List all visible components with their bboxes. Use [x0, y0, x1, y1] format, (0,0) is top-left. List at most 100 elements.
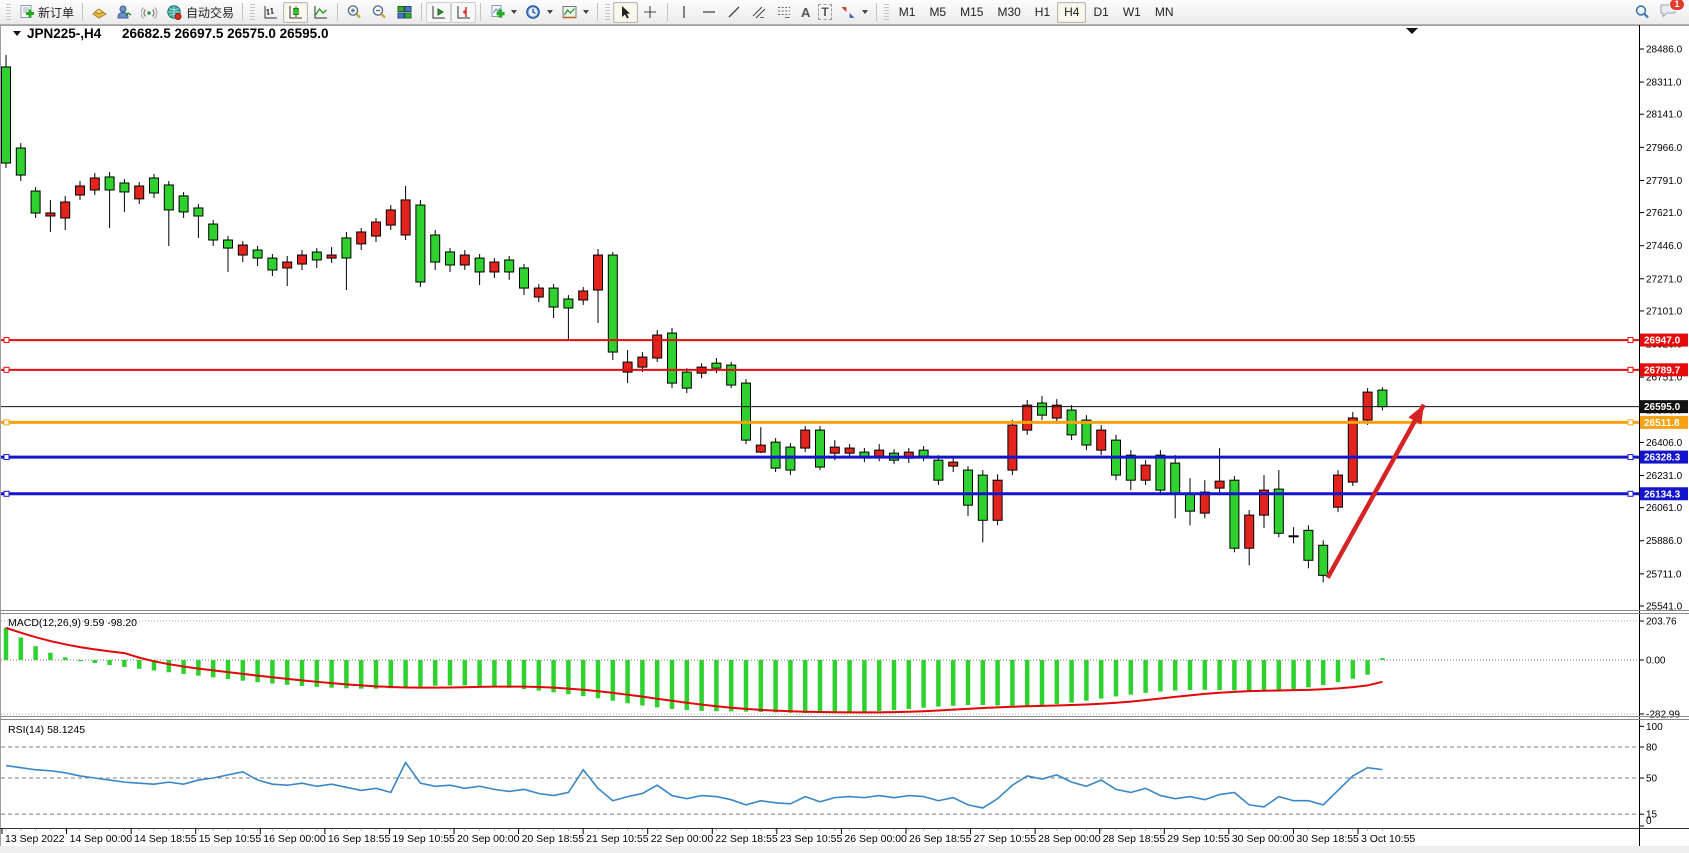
toolbar-grip	[884, 4, 889, 20]
periods-button[interactable]	[521, 2, 557, 23]
line-handle[interactable]	[1628, 367, 1633, 372]
indicators-dropdown-arrow	[511, 10, 517, 14]
tile-windows-button[interactable]	[392, 2, 417, 23]
line-handle[interactable]	[4, 420, 9, 425]
autoscroll-button[interactable]	[426, 2, 451, 23]
line-handle[interactable]	[4, 455, 9, 460]
line-handle[interactable]	[1628, 491, 1633, 496]
notifications-button[interactable]: 1	[1659, 2, 1678, 22]
candle-body	[1363, 392, 1372, 420]
timeframe-d1-button[interactable]: D1	[1086, 2, 1115, 23]
candle	[668, 328, 677, 388]
horizontal-line-tool-button[interactable]	[697, 2, 722, 23]
zoom-in-button[interactable]	[342, 2, 367, 23]
timeframe-group: M1M5M15M30H1H4D1W1MN	[892, 2, 1181, 23]
text-tool-button[interactable]: A	[797, 2, 814, 23]
autotrading-icon	[166, 4, 183, 21]
candle-body	[1186, 493, 1195, 511]
candle-body	[46, 213, 55, 216]
clock-icon	[525, 4, 542, 21]
arrows-tool-button[interactable]	[836, 2, 872, 23]
timeframe-w1-button[interactable]: W1	[1116, 2, 1148, 23]
candle	[1082, 415, 1091, 450]
candle-body	[1245, 515, 1254, 548]
timeframe-h4-button[interactable]: H4	[1057, 2, 1086, 23]
cursor-tool-button[interactable]	[613, 2, 638, 23]
market-watch-button[interactable]	[87, 2, 112, 23]
price-tick-label: 26061.0	[1646, 503, 1683, 514]
candlestick-chart-type-button[interactable]	[283, 2, 308, 23]
trendline-tool-button[interactable]	[722, 2, 747, 23]
candle	[1334, 470, 1343, 512]
chart-title: JPN225-,H4	[27, 26, 102, 41]
text-label-tool-button[interactable]: T	[814, 2, 835, 23]
price-level-label: 26511.8	[1644, 418, 1680, 429]
candle-body	[490, 262, 499, 272]
candle-body	[845, 448, 854, 453]
macd-scale-label: 203.76	[1646, 617, 1677, 628]
bar-chart-type-button[interactable]	[258, 2, 283, 23]
candle-body	[816, 430, 825, 467]
time-label: 16 Sep 18:55	[328, 833, 391, 845]
price-tick-label: 27101.0	[1646, 306, 1683, 317]
arrows-tool-icon	[840, 4, 857, 21]
line-handle[interactable]	[1628, 338, 1633, 343]
timeframe-m30-button[interactable]: M30	[990, 2, 1027, 23]
profile-button[interactable]	[112, 2, 137, 23]
candle-body	[534, 288, 543, 297]
new-order-button[interactable]: 新订单	[14, 2, 78, 23]
line-handle[interactable]	[1628, 420, 1633, 425]
timeframe-m15-button[interactable]: M15	[953, 2, 990, 23]
candle	[727, 362, 736, 388]
timeframe-mn-button[interactable]: MN	[1148, 2, 1181, 23]
price-tick-label: 27966.0	[1646, 143, 1683, 154]
crosshair-tool-button[interactable]	[638, 2, 663, 23]
candle-body	[1008, 425, 1017, 470]
line-handle[interactable]	[4, 367, 9, 372]
templates-button[interactable]	[557, 2, 593, 23]
chart-canvas[interactable]: 28486.028311.028141.027966.027791.027621…	[0, 0, 1689, 853]
line-handle[interactable]	[4, 491, 9, 496]
cursor-icon	[617, 4, 634, 21]
vertical-line-tool-button[interactable]	[672, 2, 697, 23]
candle-body	[283, 262, 292, 268]
indicators-button[interactable]	[485, 2, 521, 23]
toolbar-separator	[421, 3, 422, 21]
autotrading-button[interactable]: 自动交易	[162, 2, 238, 23]
arrows-dropdown-arrow	[862, 10, 868, 14]
candle-body	[608, 255, 617, 352]
rsi-scale-label: 80	[1646, 743, 1658, 754]
line-handle[interactable]	[1628, 455, 1633, 460]
timeframe-m1-button[interactable]: M1	[892, 2, 923, 23]
timeframe-m5-button[interactable]: M5	[922, 2, 953, 23]
candle-body	[505, 260, 514, 272]
candle-body	[1156, 455, 1165, 490]
time-label: 14 Sep 18:55	[134, 833, 197, 845]
timeframe-h1-button[interactable]: H1	[1028, 2, 1057, 23]
price-tick-label: 25711.0	[1646, 569, 1682, 580]
price-tick-label: 28486.0	[1646, 45, 1683, 56]
toolbar-separator	[337, 3, 338, 21]
autotrading-label: 自动交易	[186, 4, 234, 21]
line-handle[interactable]	[4, 338, 9, 343]
toolbar-separator	[480, 3, 481, 21]
candle-body	[312, 252, 321, 260]
chart-shift-button[interactable]	[451, 2, 476, 23]
text-tool-icon: A	[801, 5, 810, 20]
chart-quote-ohlc: 26682.5 26697.5 26575.0 26595.0	[122, 26, 328, 41]
time-label: 21 Sep 10:55	[586, 833, 649, 845]
equidistant-channel-tool-button[interactable]	[747, 2, 772, 23]
tile-windows-icon	[396, 4, 413, 21]
candle-body	[1200, 492, 1209, 513]
signal-button[interactable]	[137, 2, 162, 23]
time-label: 23 Sep 10:55	[780, 833, 843, 845]
equidistant-channel-icon	[751, 4, 768, 21]
fibonacci-tool-button[interactable]	[772, 2, 797, 23]
line-chart-type-button[interactable]	[308, 2, 333, 23]
search-icon[interactable]	[1634, 4, 1651, 21]
price-tick-label: 27621.0	[1646, 208, 1683, 219]
time-label: 30 Sep 00:00	[1232, 833, 1295, 845]
candle-body	[253, 250, 262, 258]
candle-body	[919, 450, 928, 456]
zoom-out-button[interactable]	[367, 2, 392, 23]
